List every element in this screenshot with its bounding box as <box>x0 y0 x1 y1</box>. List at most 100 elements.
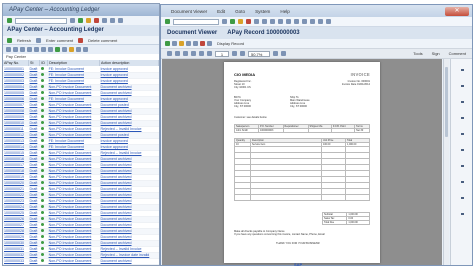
description-cell[interactable]: Non-PO Invoice Document <box>47 264 100 265</box>
menu-help[interactable]: Help <box>280 9 289 14</box>
prev-page-icon[interactable] <box>278 19 283 24</box>
menu-system[interactable]: System <box>255 9 270 14</box>
apay-no-cell[interactable]: 1000000034 <box>3 264 29 265</box>
nav-tick[interactable] <box>461 149 464 151</box>
back-icon[interactable] <box>230 19 235 24</box>
find-icon[interactable] <box>262 19 267 24</box>
document-canvas[interactable]: CIO MEDIA INVOICE Registered Inc. Street… <box>162 59 442 265</box>
forward-icon[interactable] <box>186 41 191 46</box>
enter-icon[interactable] <box>7 18 12 23</box>
menu-edit[interactable]: Edit <box>217 9 225 14</box>
menu-bar: Document Viewer Edit Goto System Help <box>161 5 472 17</box>
menu-goto[interactable]: Goto <box>235 9 245 14</box>
nav-tick[interactable] <box>461 213 464 215</box>
prev-page-icon[interactable] <box>199 51 204 56</box>
order-info-cell: Net 30 <box>354 128 370 133</box>
enter-icon[interactable] <box>165 19 170 24</box>
open-file-icon[interactable] <box>167 51 172 56</box>
zoom-out-icon[interactable] <box>232 51 237 56</box>
nav-tick[interactable] <box>461 69 464 71</box>
scrollbar-thumb[interactable] <box>445 67 448 137</box>
invoice-page: CIO MEDIA INVOICE Registered Inc. Street… <box>224 62 380 263</box>
export-icon[interactable] <box>55 47 60 52</box>
enter-comment-button[interactable]: Enter comment <box>46 38 73 43</box>
status-dot-icon <box>40 73 44 76</box>
find-next-icon[interactable] <box>118 18 123 23</box>
graphic-icon[interactable] <box>76 47 81 52</box>
command-field[interactable] <box>15 17 67 24</box>
filter-icon[interactable] <box>27 47 32 52</box>
details-icon[interactable] <box>6 47 11 52</box>
rotate-icon[interactable] <box>191 51 196 56</box>
totals-table: Subtotal 1,000.00 Sales Tax 0.00 Total Due… <box>321 212 370 225</box>
history-icon[interactable] <box>207 41 212 46</box>
print-preview-icon[interactable] <box>48 47 53 52</box>
first-page-icon[interactable] <box>270 19 275 24</box>
new-session-icon[interactable] <box>302 19 307 24</box>
command-bar <box>3 16 159 25</box>
print-icon[interactable] <box>102 18 107 23</box>
sort-asc-icon[interactable] <box>13 47 18 52</box>
status-cell[interactable]: Draft <box>28 264 40 265</box>
cancel-icon[interactable] <box>94 18 99 23</box>
tools-button[interactable]: Tools <box>413 51 422 56</box>
comment-icon[interactable] <box>36 37 42 43</box>
exit-icon[interactable] <box>238 19 243 24</box>
next-page-icon[interactable] <box>286 19 291 24</box>
last-page-icon[interactable] <box>294 19 299 24</box>
print-icon[interactable] <box>254 19 259 24</box>
nav-tick[interactable] <box>461 117 464 119</box>
table-row[interactable]: 1000000034Draft Non-PO Invoice DocumentDo… <box>3 264 159 265</box>
zoom-in-icon[interactable] <box>240 51 245 56</box>
vertical-scrollbar[interactable] <box>443 59 449 265</box>
customize-icon[interactable] <box>326 19 331 24</box>
page-number-input[interactable]: 1 <box>215 50 229 57</box>
zoom-select[interactable]: 50.7% <box>248 50 270 57</box>
sum-icon[interactable] <box>34 47 39 52</box>
nav-tick[interactable] <box>461 181 464 183</box>
delete-icon[interactable] <box>78 37 84 43</box>
next-page-icon[interactable] <box>207 51 212 56</box>
fit-page-icon[interactable] <box>273 51 278 56</box>
display-icon[interactable] <box>165 41 170 46</box>
status-dot-icon <box>40 241 44 244</box>
menu-document-viewer[interactable]: Document Viewer <box>171 9 207 14</box>
comment-button[interactable]: Comment <box>449 51 466 56</box>
subtotal-icon[interactable] <box>41 47 46 52</box>
delete-comment-button[interactable]: Delete comment <box>88 38 117 43</box>
sign-button[interactable]: Sign <box>432 51 440 56</box>
change-icon[interactable] <box>172 41 177 46</box>
views-icon[interactable] <box>83 47 88 52</box>
display-record-button[interactable]: Display Record <box>217 41 244 46</box>
command-field[interactable] <box>173 18 219 25</box>
nav-tick[interactable] <box>461 133 464 135</box>
back-icon[interactable] <box>78 18 83 23</box>
reject-icon[interactable] <box>200 41 205 46</box>
email-icon[interactable] <box>183 51 188 56</box>
nav-tick[interactable] <box>461 85 464 87</box>
status-dot-icon <box>40 163 44 166</box>
find-icon[interactable] <box>110 18 115 23</box>
nav-tick[interactable] <box>461 197 464 199</box>
action-cell[interactable]: Document archived <box>99 264 159 265</box>
save-icon[interactable] <box>222 19 227 24</box>
status-dot-icon <box>40 66 44 70</box>
close-button[interactable]: ✕ <box>445 7 469 16</box>
shortcut-icon[interactable] <box>310 19 315 24</box>
nav-tick[interactable] <box>461 101 464 103</box>
fit-width-icon[interactable] <box>281 51 286 56</box>
layout-icon[interactable] <box>62 47 67 52</box>
save-icon[interactable] <box>70 18 75 23</box>
attach-icon[interactable] <box>193 41 198 46</box>
sort-desc-icon[interactable] <box>20 47 25 52</box>
print-icon[interactable] <box>175 51 180 56</box>
order-info-cell: John Smith <box>233 128 260 133</box>
approve-icon[interactable] <box>179 41 184 46</box>
refresh-button[interactable]: Refresh <box>17 38 31 43</box>
help-icon[interactable] <box>318 19 323 24</box>
nav-tick[interactable] <box>461 165 464 167</box>
select-layout-icon[interactable] <box>69 47 74 52</box>
refresh-icon[interactable] <box>7 37 12 43</box>
exit-icon[interactable] <box>86 18 91 23</box>
cancel-icon[interactable] <box>246 19 251 24</box>
